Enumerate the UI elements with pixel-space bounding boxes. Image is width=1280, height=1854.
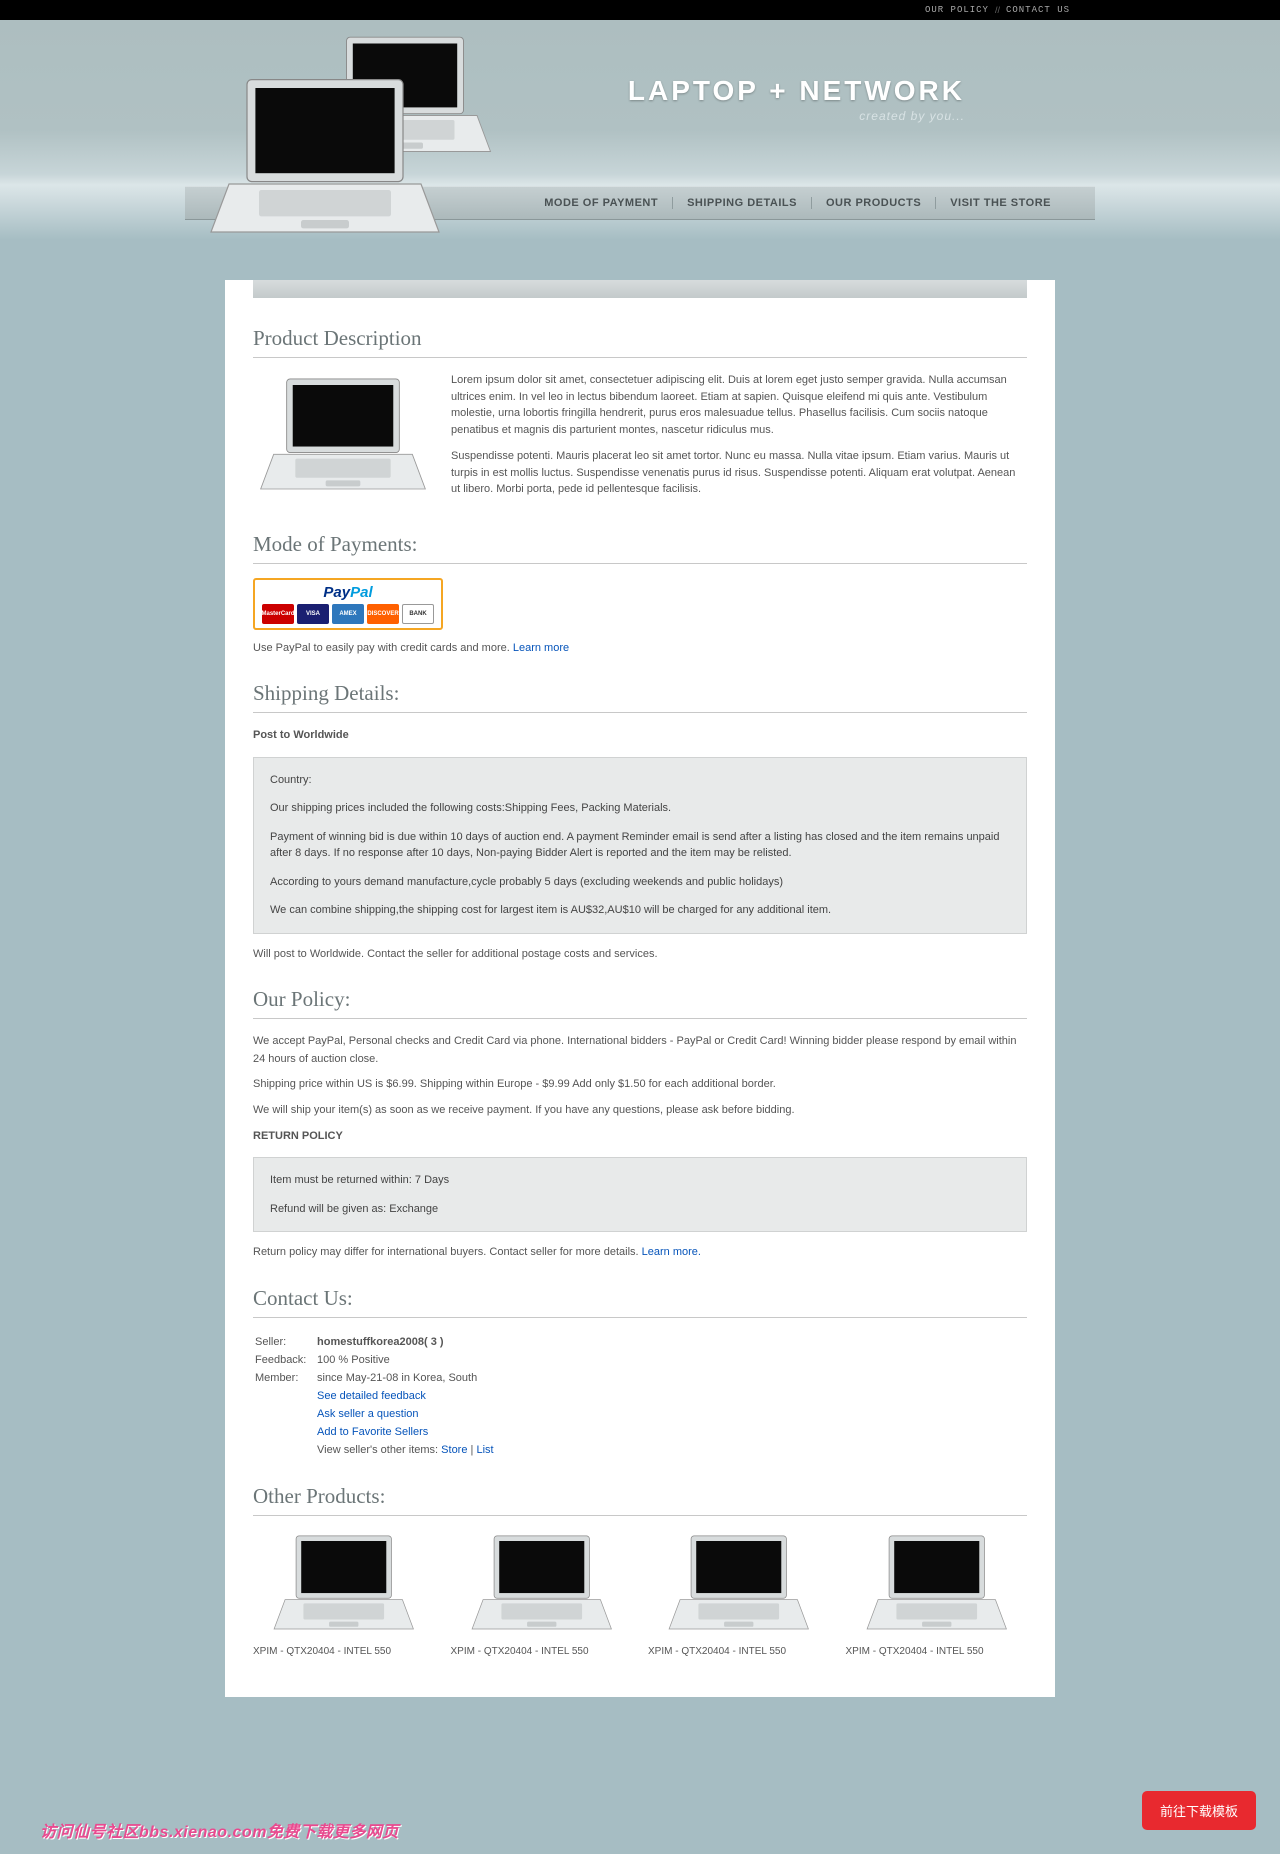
nav-shipping[interactable]: SHIPPING DETAILS	[673, 197, 812, 209]
watermark-text: 访问仙号社区bbs.xienao.com免费下载更多网页	[40, 1818, 399, 1842]
product-name: XPIM - QTX20404 - INTEL 550	[846, 1646, 1028, 1657]
policy-p3: We will ship your item(s) as soon as we …	[253, 1102, 1027, 1120]
table-row: Member:since May-21-08 in Korea, South	[255, 1370, 502, 1386]
policy-learn-more-link[interactable]: Learn more.	[642, 1246, 701, 1258]
description-para-2: Suspendisse potenti. Mauris placerat leo…	[451, 448, 1027, 498]
shipping-costs: Our shipping prices included the followi…	[270, 800, 1010, 817]
product-item[interactable]: XPIM - QTX20404 - INTEL 550	[253, 1530, 435, 1657]
top-link-contact[interactable]: CONTACT US	[1006, 5, 1070, 15]
paypal-badge: PayPal MasterCard VISA AMEX DISCOVER BAN…	[253, 578, 443, 630]
product-grid: XPIM - QTX20404 - INTEL 550 XPIM - QTX20…	[253, 1530, 1027, 1657]
product-image	[253, 1530, 435, 1640]
brand-title: LAPTOP + NETWORK	[628, 75, 965, 107]
top-bar: OUR POLICY // CONTACT US	[0, 0, 1280, 20]
policy-p1: We accept PayPal, Personal checks and Cr…	[253, 1033, 1027, 1068]
return-policy-label: RETURN POLICY	[253, 1128, 1027, 1146]
policy-outro: Return policy may differ for internation…	[253, 1244, 1027, 1262]
hero-laptop-image	[205, 30, 515, 270]
heading-payments: Mode of Payments:	[253, 532, 1027, 564]
feedback-label: Feedback:	[255, 1352, 315, 1368]
product-item[interactable]: XPIM - QTX20404 - INTEL 550	[846, 1530, 1028, 1657]
link-favorite-sellers[interactable]: Add to Favorite Sellers	[317, 1426, 428, 1438]
link-store[interactable]: Store	[441, 1444, 467, 1456]
refund-as: Refund will be given as: Exchange	[270, 1201, 1010, 1218]
top-separator: //	[995, 5, 1000, 15]
brand-block: LAPTOP + NETWORK created by you...	[628, 75, 965, 123]
card-mastercard-icon: MasterCard	[262, 604, 294, 624]
product-name: XPIM - QTX20404 - INTEL 550	[648, 1646, 830, 1657]
heading-description: Product Description	[253, 326, 1027, 358]
shipping-details-box: Country: Our shipping prices included th…	[253, 757, 1027, 934]
payment-learn-more-link[interactable]: Learn more	[513, 642, 569, 654]
hero-banner: LAPTOP + NETWORK created by you... MODE …	[0, 20, 1280, 240]
product-image	[451, 1530, 633, 1640]
shipping-intro: Post to Worldwide	[253, 727, 1027, 745]
other-items-row: View seller's other items: Store | List	[317, 1442, 502, 1458]
top-link-policy[interactable]: OUR POLICY	[925, 5, 989, 15]
description-image	[253, 372, 433, 502]
card-discover-icon: DISCOVER	[367, 604, 399, 624]
table-row: Ask seller a question	[255, 1406, 502, 1422]
table-row: Feedback:100 % Positive	[255, 1352, 502, 1368]
member-value: since May-21-08 in Korea, South	[317, 1370, 502, 1386]
policy-p2: Shipping price within US is $6.99. Shipp…	[253, 1076, 1027, 1094]
title-bar-strip	[253, 280, 1027, 298]
product-name: XPIM - QTX20404 - INTEL 550	[253, 1646, 435, 1657]
card-bank-icon: BANK	[402, 604, 434, 624]
shipping-country: Country:	[270, 772, 1010, 789]
card-visa-icon: VISA	[297, 604, 329, 624]
feedback-value: 100 % Positive	[317, 1352, 502, 1368]
seller-value: homestuffkorea2008( 3 )	[317, 1334, 502, 1350]
heading-other-products: Other Products:	[253, 1484, 1027, 1516]
nav-store[interactable]: VISIT THE STORE	[936, 197, 1065, 209]
brand-tagline: created by you...	[628, 109, 965, 123]
description-para-1: Lorem ipsum dolor sit amet, consectetuer…	[451, 372, 1027, 438]
link-detailed-feedback[interactable]: See detailed feedback	[317, 1390, 426, 1402]
heading-shipping: Shipping Details:	[253, 681, 1027, 713]
product-name: XPIM - QTX20404 - INTEL 550	[451, 1646, 633, 1657]
shipping-cycle: According to yours demand manufacture,cy…	[270, 874, 1010, 891]
paypal-logo: PayPal	[259, 584, 437, 601]
product-image	[648, 1530, 830, 1640]
link-list[interactable]: List	[476, 1444, 493, 1456]
page-content: Product Description Lorem ipsum dolor si…	[225, 280, 1055, 1697]
product-item[interactable]: XPIM - QTX20404 - INTEL 550	[451, 1530, 633, 1657]
download-template-button[interactable]: 前往下载模板	[1142, 1791, 1256, 1830]
table-row: View seller's other items: Store | List	[255, 1442, 502, 1458]
link-ask-seller[interactable]: Ask seller a question	[317, 1408, 419, 1420]
heading-contact: Contact Us:	[253, 1286, 1027, 1318]
shipping-outro: Will post to Worldwide. Contact the sell…	[253, 946, 1027, 964]
product-image	[846, 1530, 1028, 1640]
shipping-combine: We can combine shipping,the shipping cos…	[270, 902, 1010, 919]
nav-payment[interactable]: MODE OF PAYMENT	[530, 197, 673, 209]
nav-products[interactable]: OUR PRODUCTS	[812, 197, 936, 209]
return-within: Item must be returned within: 7 Days	[270, 1172, 1010, 1189]
heading-policy: Our Policy:	[253, 987, 1027, 1019]
product-item[interactable]: XPIM - QTX20404 - INTEL 550	[648, 1530, 830, 1657]
contact-table: Seller:homestuffkorea2008( 3 ) Feedback:…	[253, 1332, 504, 1460]
card-amex-icon: AMEX	[332, 604, 364, 624]
payment-text: Use PayPal to easily pay with credit car…	[253, 640, 1027, 658]
seller-label: Seller:	[255, 1334, 315, 1350]
member-label: Member:	[255, 1370, 315, 1386]
table-row: Add to Favorite Sellers	[255, 1424, 502, 1440]
table-row: Seller:homestuffkorea2008( 3 )	[255, 1334, 502, 1350]
table-row: See detailed feedback	[255, 1388, 502, 1404]
shipping-payment-terms: Payment of winning bid is due within 10 …	[270, 829, 1010, 862]
return-policy-box: Item must be returned within: 7 Days Ref…	[253, 1157, 1027, 1232]
